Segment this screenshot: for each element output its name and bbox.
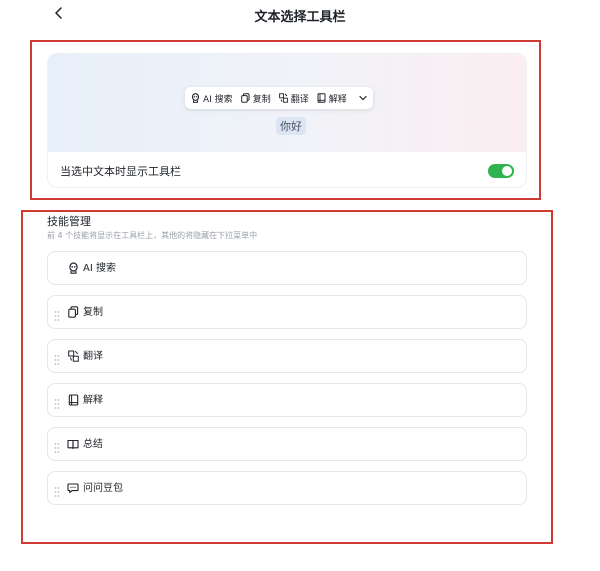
copy-icon <box>67 306 79 318</box>
skill-item-copy[interactable]: 复制 <box>47 295 527 329</box>
chat-icon <box>67 482 79 494</box>
toggle-knob <box>502 165 512 176</box>
chevron-down-icon <box>359 95 367 101</box>
skill-item-translate[interactable]: 翻译 <box>47 339 527 373</box>
translate-icon <box>278 93 288 103</box>
skill-label: 解释 <box>83 395 103 406</box>
header: 文本选择工具栏 <box>0 0 600 30</box>
copy-icon <box>240 93 250 103</box>
toolbar-item-copy[interactable]: 复制 <box>240 92 271 105</box>
floating-toolbar: AI 搜索 复制 翻译 解释 <box>185 87 373 109</box>
toolbar-item-label: 翻译 <box>290 94 309 105</box>
toolbar-item-explain[interactable]: 解释 <box>317 92 347 105</box>
skill-label: AI 搜索 <box>83 263 116 274</box>
skill-label: 翻译 <box>83 351 103 362</box>
preview-card: AI 搜索 复制 翻译 解释 你好 当选中文本时显示工具栏 <box>47 53 527 188</box>
skill-label: 总结 <box>83 439 103 450</box>
toolbar-item-translate[interactable]: 翻译 <box>278 92 309 105</box>
skill-label: 复制 <box>83 307 103 318</box>
toolbar-item-ai-search[interactable]: AI 搜索 <box>191 92 233 105</box>
summary-icon <box>67 438 79 450</box>
explain-icon <box>317 93 326 103</box>
section-description: 前 4 个技能将显示在工具栏上，其他的将隐藏在下拉菜单中 <box>47 231 258 240</box>
skill-label: 问问豆包 <box>83 483 123 494</box>
drag-handle-icon[interactable] <box>54 395 60 409</box>
drag-handle-icon[interactable] <box>54 307 60 321</box>
selected-text-sample: 你好 <box>276 117 306 135</box>
section-title: 技能管理 <box>47 215 91 228</box>
toolbar-toggle-row: 当选中文本时显示工具栏 <box>48 152 526 187</box>
ai-search-icon <box>67 262 79 274</box>
drag-handle-icon[interactable] <box>54 439 60 453</box>
toolbar-item-label: 解释 <box>328 94 347 105</box>
skill-list: AI 搜索 复制 翻译 解释 总结 问问豆包 <box>47 251 527 515</box>
skill-item-explain[interactable]: 解释 <box>47 383 527 417</box>
explain-icon <box>67 394 79 406</box>
drag-handle-icon[interactable] <box>54 483 60 497</box>
preview-area: AI 搜索 复制 翻译 解释 你好 <box>48 54 526 152</box>
page-title: 文本选择工具栏 <box>254 10 346 25</box>
toggle-label: 当选中文本时显示工具栏 <box>60 164 181 178</box>
skill-item-ask-doubao[interactable]: 问问豆包 <box>47 471 527 505</box>
drag-handle-icon[interactable] <box>54 351 60 365</box>
toolbar-more-button[interactable] <box>359 95 367 101</box>
show-toolbar-toggle[interactable] <box>488 163 514 178</box>
ai-search-icon <box>191 93 200 103</box>
skill-item-ai-search[interactable]: AI 搜索 <box>47 251 527 285</box>
toolbar-item-label: AI 搜索 <box>203 94 233 105</box>
skill-item-summary[interactable]: 总结 <box>47 427 527 461</box>
translate-icon <box>67 350 79 362</box>
toolbar-item-label: 复制 <box>252 94 271 105</box>
